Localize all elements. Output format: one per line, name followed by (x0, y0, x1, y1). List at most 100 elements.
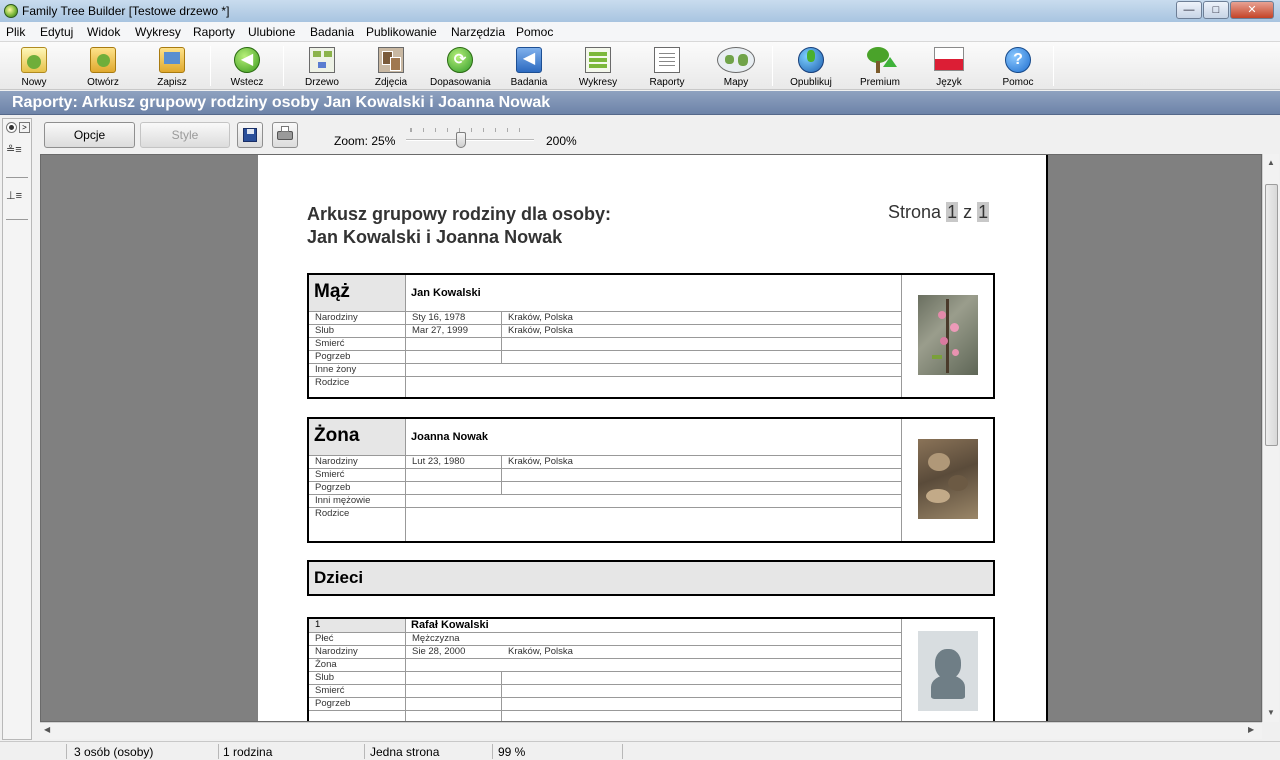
main-toolbar: Nowy Otwórz Zapisz ◀ Wstecz Drzewo Zdjęc… (0, 42, 1280, 90)
save-button[interactable]: Zapisz (142, 44, 202, 88)
menu-pomoc[interactable]: Pomoc (516, 25, 553, 39)
child-placeholder-photo[interactable] (918, 631, 978, 711)
window-title: Family Tree Builder [Testowe drzewo *] (22, 4, 230, 18)
wife-row: Narodziny Lut 23, 1980 Kraków, Polska (309, 455, 901, 468)
panel-pin-icon[interactable] (6, 122, 17, 133)
menu-bar: Plik Edytuj Widok Wykresy Raporty Ulubio… (0, 22, 1280, 42)
tree-button[interactable]: Drzewo (292, 44, 352, 88)
report-viewport[interactable]: Arkusz grupowy rodziny dla osoby: Jan Ko… (40, 154, 1262, 722)
menu-wykresy[interactable]: Wykresy (135, 25, 181, 39)
horizontal-scrollbar[interactable]: ◀ ▶ (40, 722, 1262, 739)
family-list-icon[interactable]: ⊥≡ (6, 189, 28, 205)
wife-row: Smierć (309, 468, 901, 481)
wife-name: Joanna Nowak (411, 431, 489, 443)
options-button[interactable]: Opcje (44, 122, 135, 148)
vertical-scrollbar[interactable]: ▲ ▼ (1262, 154, 1279, 722)
wife-row: Inni mężowie (309, 494, 901, 507)
page-number: Strona 1 z 1 (888, 202, 990, 222)
child-row: Smierć (309, 684, 901, 697)
research-icon: ◀ (516, 47, 542, 73)
matches-button[interactable]: ⟳ Dopasowania (430, 44, 491, 88)
menu-widok[interactable]: Widok (87, 25, 120, 39)
charts-icon (585, 47, 611, 73)
matches-refresh-icon: ⟳ (447, 47, 473, 73)
menu-ulubione[interactable]: Ulubione (248, 25, 295, 39)
menu-narzedzia[interactable]: Narzędzia (451, 25, 505, 39)
husband-row: Slub Mar 27, 1999 Kraków, Polska (309, 324, 901, 337)
premium-tree-icon (867, 47, 897, 73)
husband-name: Jan Kowalski (411, 287, 481, 299)
child-row: Narodziny Sie 28, 2000 Kraków, Polska (309, 645, 901, 658)
scroll-up-icon[interactable]: ▲ (1267, 158, 1275, 167)
menu-badania[interactable]: Badania (310, 25, 354, 39)
maps-button[interactable]: Mapy (706, 44, 766, 88)
app-icon[interactable] (4, 4, 18, 18)
open-folder-icon (90, 47, 116, 73)
reports-button[interactable]: Raporty (637, 44, 697, 88)
child-row: Żona (309, 658, 901, 671)
report-header: Raporty: Arkusz grupowy rodziny osoby Ja… (0, 91, 1280, 115)
child-number: 1 (309, 619, 405, 632)
wife-row: Pogrzeb (309, 481, 901, 494)
zoom-label: Zoom: 25% (334, 134, 396, 148)
title-bar: Family Tree Builder [Testowe drzewo *] —… (0, 0, 1280, 22)
back-button[interactable]: ◀ Wstecz (217, 44, 277, 88)
child-row: Pogrzeb (309, 697, 901, 710)
printer-icon (277, 126, 293, 140)
save-report-button[interactable] (237, 122, 263, 148)
publish-button[interactable]: Opublikuj (781, 44, 841, 88)
help-icon: ? (1005, 47, 1031, 73)
style-button[interactable]: Style (140, 122, 230, 148)
husband-row: Narodziny Sty 16, 1978 Kraków, Polska (309, 311, 901, 324)
research-button[interactable]: ◀ Badania (499, 44, 559, 88)
wife-heading: Żona (309, 419, 405, 455)
reports-document-icon (654, 47, 680, 73)
save-icon (159, 47, 185, 73)
charts-button[interactable]: Wykresy (568, 44, 628, 88)
scroll-left-icon[interactable]: ◀ (44, 725, 50, 734)
menu-edytuj[interactable]: Edytuj (40, 25, 73, 39)
language-button[interactable]: Język (919, 44, 979, 88)
wife-photo[interactable] (918, 439, 978, 519)
zoom-max-label: 200% (546, 134, 577, 148)
child-section: 1 Rafał Kowalski Płeć Mężczyzna Narodziny… (307, 617, 995, 721)
panel-expand-icon[interactable]: > (19, 122, 30, 133)
child-row: Slub (309, 671, 901, 684)
wife-row: Rodzice (309, 507, 901, 520)
zoom-slider-track[interactable] (406, 139, 534, 141)
wife-section: Żona Joanna Nowak Narodziny Lut 23, 1980 K… (307, 417, 995, 543)
status-zoom: 99 % (498, 745, 526, 759)
globe-icon (798, 47, 824, 73)
help-button[interactable]: ? Pomoc (988, 44, 1048, 88)
photos-icon (378, 47, 404, 73)
premium-button[interactable]: Premium (850, 44, 910, 88)
menu-raporty[interactable]: Raporty (193, 25, 235, 39)
minimize-button[interactable]: — (1176, 1, 1202, 19)
photos-button[interactable]: Zdjęcia (361, 44, 421, 88)
floppy-disk-icon (243, 128, 257, 142)
menu-publikowanie[interactable]: Publikowanie (366, 25, 437, 39)
report-list-icon[interactable]: ≗≡ (6, 143, 28, 159)
maximize-button[interactable]: □ (1203, 1, 1229, 19)
scroll-right-icon[interactable]: ▶ (1248, 725, 1254, 734)
vertical-scroll-thumb[interactable] (1265, 184, 1278, 446)
husband-row: Smierć (309, 337, 901, 350)
new-button[interactable]: Nowy (4, 44, 64, 88)
husband-section: Mąż Jan Kowalski Narodziny Sty 16, 1978 Kr… (307, 273, 995, 399)
open-button[interactable]: Otwórz (73, 44, 133, 88)
print-button[interactable] (272, 122, 298, 148)
close-button[interactable]: ✕ (1230, 1, 1274, 19)
zoom-ticks (410, 128, 530, 132)
child-row: Płeć Mężczyzna (309, 632, 901, 645)
back-arrow-icon: ◀ (234, 47, 260, 73)
zoom-slider-thumb[interactable] (456, 132, 466, 148)
scroll-down-icon[interactable]: ▼ (1267, 708, 1275, 717)
report-page: Arkusz grupowy rodziny dla osoby: Jan Ko… (258, 155, 1048, 721)
husband-photo[interactable] (918, 295, 978, 375)
left-side-panel: > ≗≡ ⊥≡ (2, 118, 32, 740)
husband-row: Inne żony (309, 363, 901, 376)
status-persons: 3 osób (osoby) (74, 745, 154, 759)
child-row (309, 710, 901, 721)
child-name: Rafał Kowalski (411, 619, 489, 631)
menu-plik[interactable]: Plik (6, 25, 25, 39)
